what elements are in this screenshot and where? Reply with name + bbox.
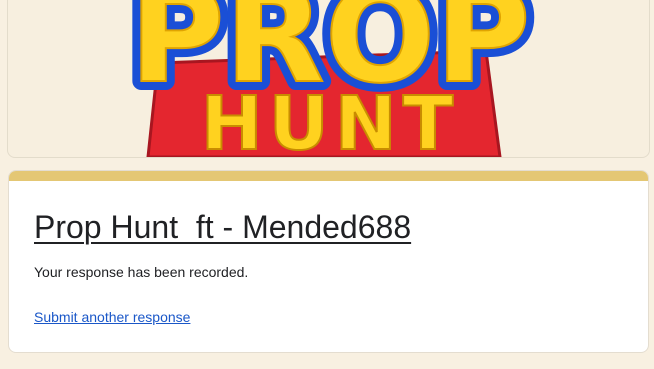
prop-hunt-logo: PROP PROP HUNT	[120, 0, 540, 157]
confirmation-card: Prop Hunt ft - Mended688 Your response h…	[8, 170, 649, 353]
form-title: Prop Hunt ft - Mended688	[34, 209, 412, 245]
logo-hunt-text: HUNT	[201, 81, 459, 157]
confirmation-message: Your response has been recorded.	[34, 264, 249, 280]
form-accent-bar	[9, 171, 648, 181]
submit-another-response-link[interactable]: Submit another response	[34, 309, 190, 325]
header-banner-card: PROP PROP HUNT	[7, 0, 650, 158]
